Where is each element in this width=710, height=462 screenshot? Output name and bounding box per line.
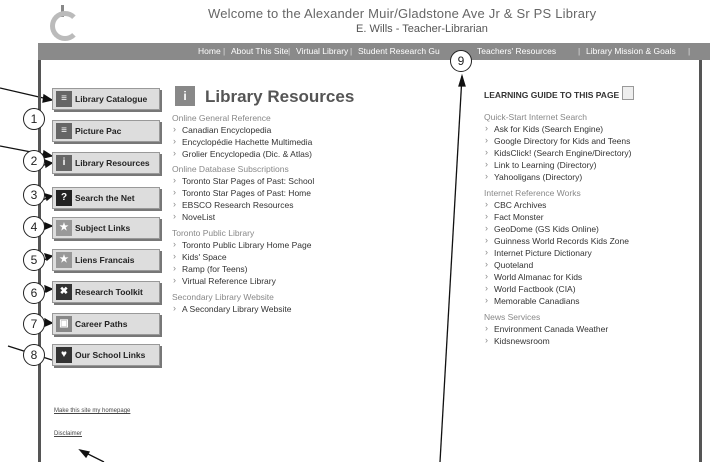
- section-heading: Toronto Public Library: [172, 228, 255, 238]
- callout-4: 4: [23, 216, 45, 238]
- resource-link[interactable]: Virtual Reference Library: [173, 275, 276, 286]
- career-paths-button[interactable]: ▣ Career Paths: [52, 313, 160, 335]
- nav-student-research[interactable]: Student Research Gu: [358, 43, 440, 60]
- nav-teachers-resources[interactable]: Teachers' Resources: [477, 43, 556, 60]
- section-heading: News Services: [484, 312, 541, 322]
- guide-link[interactable]: Guinness World Records Kids Zone: [485, 235, 629, 246]
- tools-icon: ✖: [56, 284, 72, 300]
- browser-page: Welcome to the Alexander Muir/Gladstone …: [38, 0, 710, 462]
- guide-link[interactable]: GeoDome (GS Kids Online): [485, 223, 599, 234]
- guide-link[interactable]: Quoteland: [485, 259, 533, 270]
- guide-link[interactable]: World Factbook (CIA): [485, 283, 576, 294]
- search-the-net-button[interactable]: ? Search the Net: [52, 187, 160, 209]
- nav-about[interactable]: About This Site: [231, 43, 289, 60]
- resource-link[interactable]: Toronto Star Pages of Past: School: [173, 175, 314, 186]
- learning-guide-title: LEARNING GUIDE TO THIS PAGE: [484, 90, 620, 100]
- section-heading: Online General Reference: [172, 113, 271, 123]
- guide-link[interactable]: CBC Archives: [485, 199, 547, 210]
- subject-links-button[interactable]: ★ Subject Links: [52, 217, 160, 239]
- section-heading: Internet Reference Works: [484, 188, 581, 198]
- star-icon: ★: [56, 252, 72, 268]
- page-subtitle: E. Wills - Teacher-Librarian: [356, 23, 488, 35]
- resource-link[interactable]: Canadian Encyclopedia: [173, 124, 271, 135]
- guide-link[interactable]: KidsClick! (Search Engine/Directory): [485, 147, 631, 158]
- liens-francais-button[interactable]: ★ Liens Francais: [52, 249, 160, 271]
- top-nav: Home | About This Site | Virtual Library…: [38, 43, 710, 60]
- homepage-link[interactable]: Make this site my homepage: [54, 408, 130, 414]
- info-icon: i: [56, 155, 72, 171]
- resource-link[interactable]: NoveList: [173, 211, 215, 222]
- disclaimer-link[interactable]: Disclaimer: [54, 431, 82, 437]
- section-title: Library Resources: [205, 87, 355, 106]
- callout-6: 6: [23, 282, 45, 304]
- frame-icon: ▣: [56, 316, 72, 332]
- library-resources-button[interactable]: i Library Resources: [52, 152, 160, 174]
- nav-mission-goals[interactable]: Library Mission & Goals: [586, 43, 676, 60]
- resource-link[interactable]: Toronto Public Library Home Page: [173, 239, 312, 250]
- picture-pac-button[interactable]: ≡ Picture Pac: [52, 120, 160, 142]
- callout-5: 5: [23, 249, 45, 271]
- star-icon: ★: [56, 220, 72, 236]
- print-icon[interactable]: [622, 86, 634, 100]
- book-icon: ≡: [56, 91, 72, 107]
- guide-link[interactable]: Ask for Kids (Search Engine): [485, 123, 603, 134]
- section-heading: Quick-Start Internet Search: [484, 112, 587, 122]
- guide-link[interactable]: Memorable Canadians: [485, 295, 579, 306]
- our-school-links-button[interactable]: ♥ Our School Links: [52, 344, 160, 366]
- info-icon: i: [175, 86, 195, 106]
- nav-virtual-library[interactable]: Virtual Library: [296, 43, 348, 60]
- library-catalogue-button[interactable]: ≡ Library Catalogue: [52, 88, 160, 110]
- guide-link[interactable]: Yahooligans (Directory): [485, 171, 582, 182]
- right-border: [699, 60, 702, 462]
- resource-link[interactable]: Grolier Encyclopedia (Dic. & Atlas): [173, 148, 312, 159]
- section-heading: Online Database Subscriptions: [172, 164, 289, 174]
- question-icon: ?: [56, 190, 72, 206]
- resource-link[interactable]: A Secondary Library Website: [173, 303, 292, 314]
- resource-link[interactable]: Toronto Star Pages of Past: Home: [173, 187, 311, 198]
- callout-7: 7: [23, 313, 45, 335]
- callout-1: 1: [23, 108, 45, 130]
- callout-2: 2: [23, 150, 45, 172]
- resource-link[interactable]: Encyclopédie Hachette Multimedia: [173, 136, 312, 147]
- guide-link[interactable]: Link to Learning (Directory): [485, 159, 596, 170]
- nav-home[interactable]: Home: [198, 43, 221, 60]
- page-title: Welcome to the Alexander Muir/Gladstone …: [208, 6, 597, 21]
- guide-link[interactable]: Environment Canada Weather: [485, 323, 608, 334]
- section-heading: Secondary Library Website: [172, 292, 274, 302]
- book-icon: ≡: [56, 123, 72, 139]
- school-logo: [50, 5, 98, 43]
- guide-link[interactable]: Google Directory for Kids and Teens: [485, 135, 630, 146]
- callout-9: 9: [450, 50, 472, 72]
- callout-8: 8: [23, 344, 45, 366]
- guide-link[interactable]: Kidsnewsroom: [485, 335, 550, 346]
- resource-link[interactable]: EBSCO Research Resources: [173, 199, 293, 210]
- research-toolkit-button[interactable]: ✖ Research Toolkit: [52, 281, 160, 303]
- resource-link[interactable]: Kids' Space: [173, 251, 227, 262]
- guide-link[interactable]: World Almanac for Kids: [485, 271, 582, 282]
- guide-link[interactable]: Fact Monster: [485, 211, 544, 222]
- callout-3: 3: [23, 184, 45, 206]
- shield-icon: ♥: [56, 347, 72, 363]
- guide-link[interactable]: Internet Picture Dictionary: [485, 247, 592, 258]
- resource-link[interactable]: Ramp (for Teens): [173, 263, 247, 274]
